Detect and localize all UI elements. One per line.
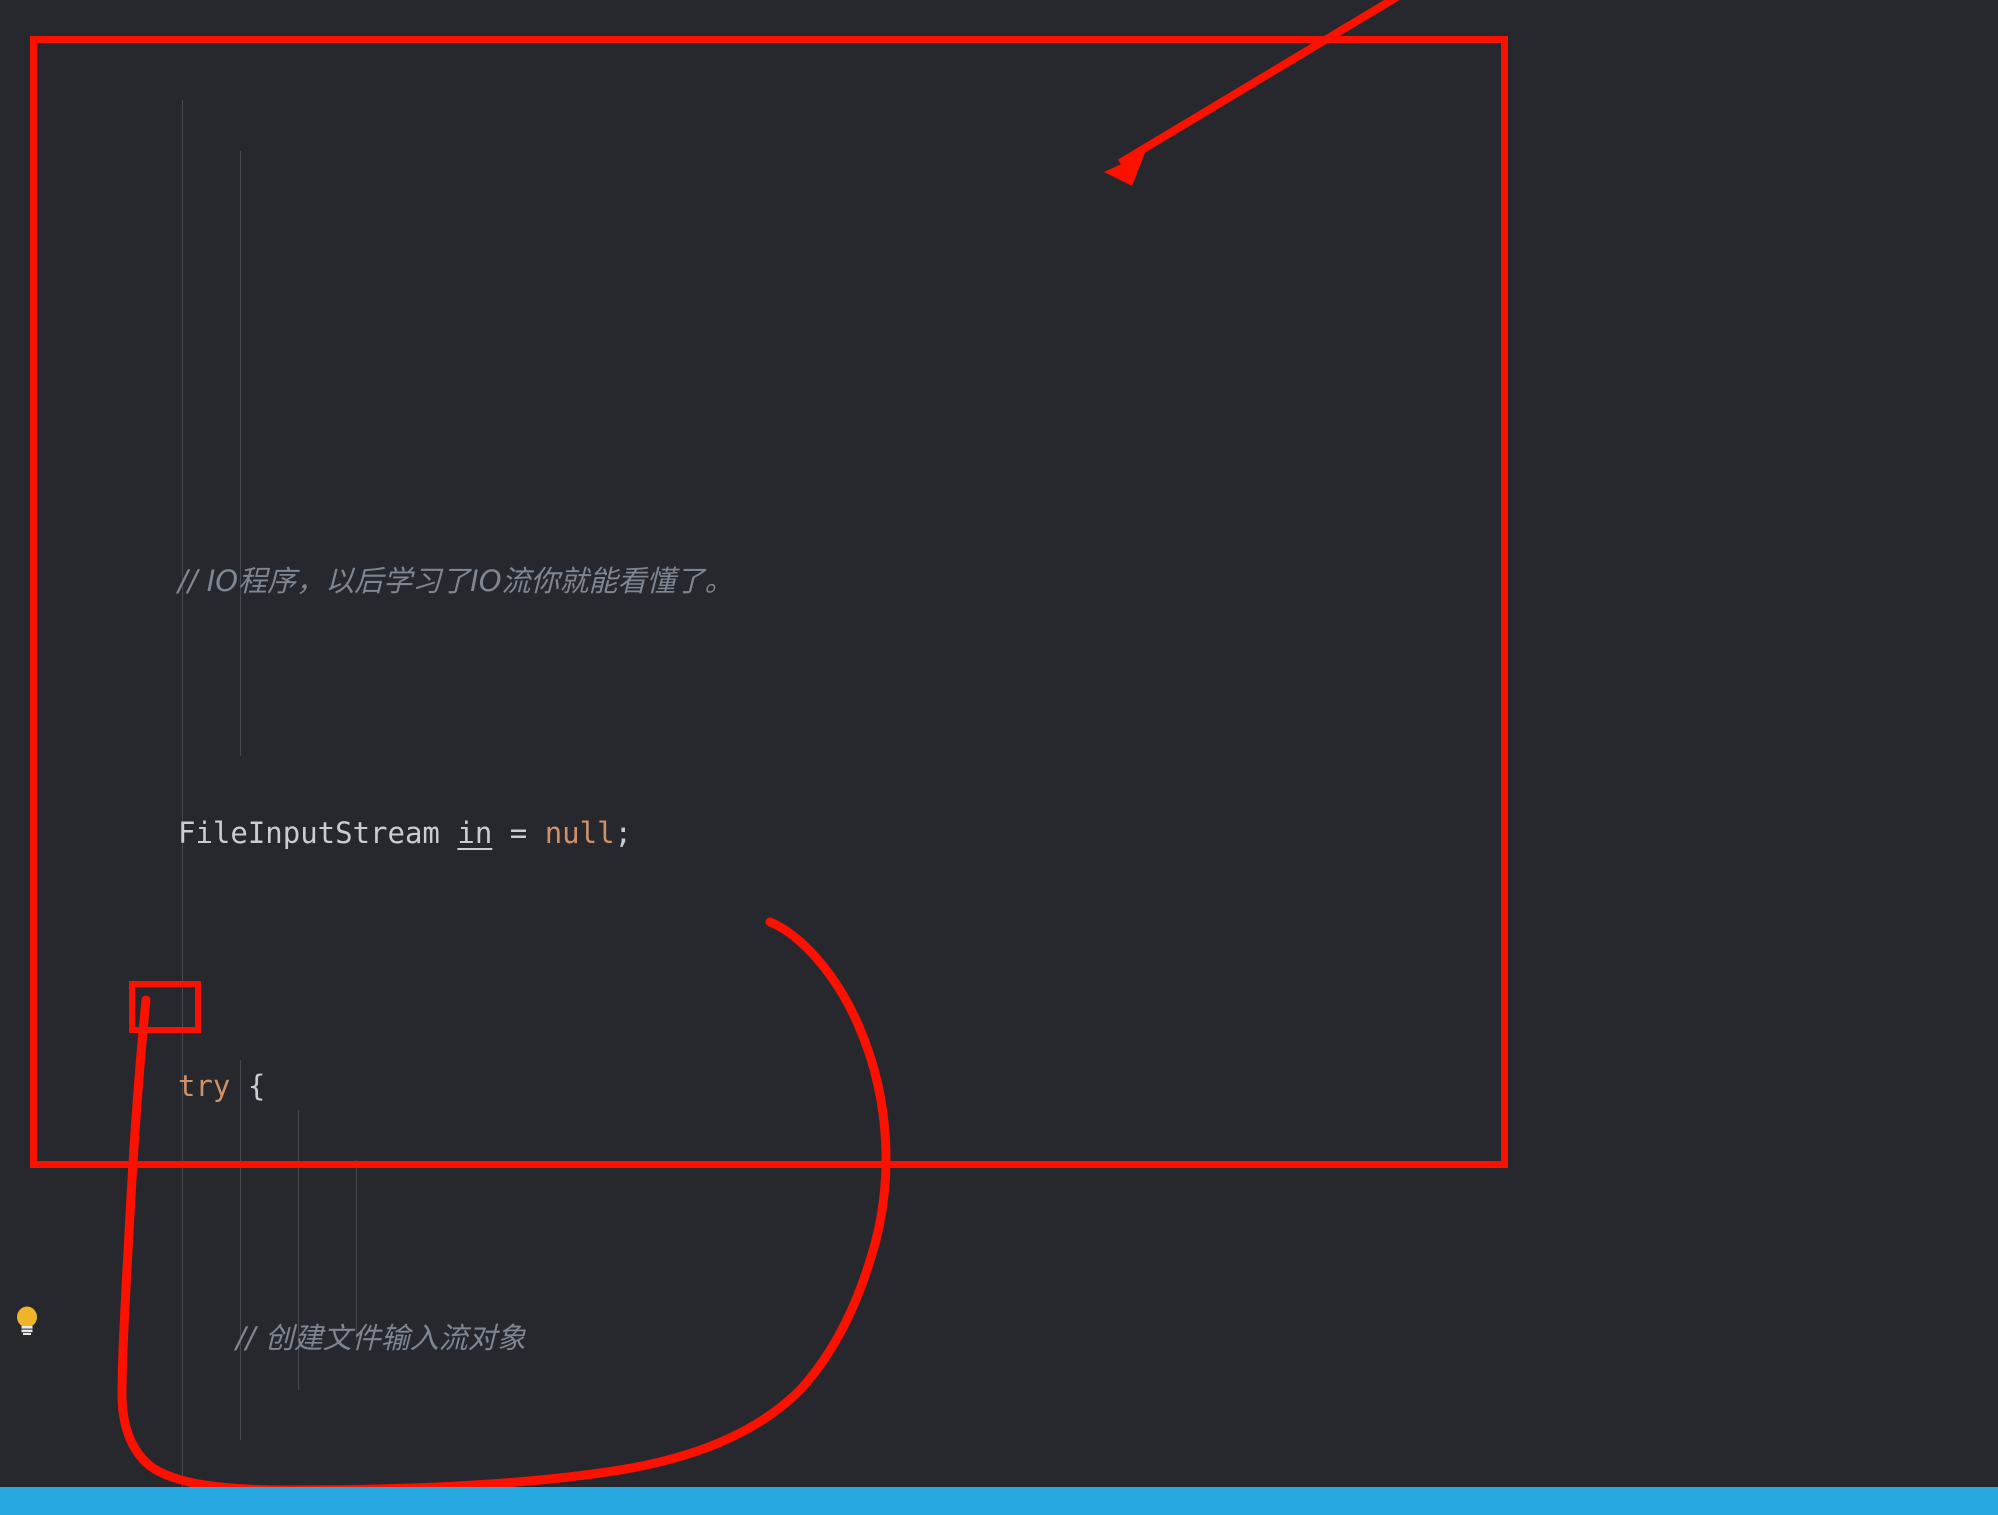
token-type: FileInputStream xyxy=(178,816,440,850)
comment-create-stream: // 创建文件输入流对象 xyxy=(236,1321,526,1355)
code-line[interactable]: // 创建文件输入流对象 xyxy=(108,1313,1998,1364)
token-assign: = xyxy=(492,816,545,850)
token-try: try xyxy=(178,1068,231,1103)
code-content[interactable]: // IO程序，以后学习了IO流你就能看懂了。 FileInputStream … xyxy=(108,0,1998,1490)
indent-guide xyxy=(182,100,183,1490)
indent-guide xyxy=(240,1060,241,1440)
intention-lightbulb-icon[interactable] xyxy=(14,1305,40,1335)
editor-gutter[interactable] xyxy=(0,0,108,1487)
taskbar[interactable] xyxy=(0,1487,1998,1515)
code-line[interactable]: FileInputStream in = null; xyxy=(108,808,1998,859)
token-var-in: in xyxy=(457,816,493,850)
code-line[interactable]: // IO程序，以后学习了IO流你就能看懂了。 xyxy=(108,556,1998,607)
token-null: null xyxy=(544,816,615,850)
token-brace: { xyxy=(230,1068,266,1103)
comment-io-program: // IO程序，以后学习了IO流你就能看懂了。 xyxy=(178,563,734,598)
token-semicolon: ; xyxy=(614,816,632,850)
code-line[interactable]: try { xyxy=(108,1061,1998,1112)
screenshot-root: // IO程序，以后学习了IO流你就能看懂了。 FileInputStream … xyxy=(0,0,1998,1515)
indent-guide xyxy=(240,151,241,756)
code-editor[interactable]: // IO程序，以后学习了IO流你就能看懂了。 FileInputStream … xyxy=(0,0,1998,1490)
